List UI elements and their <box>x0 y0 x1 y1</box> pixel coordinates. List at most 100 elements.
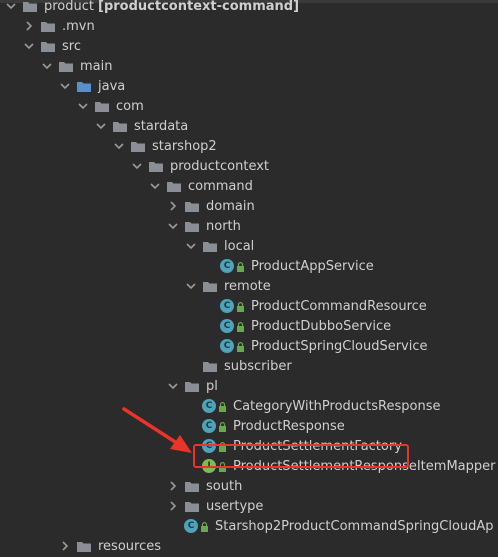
tree-item-label: main <box>80 58 113 74</box>
class-icon: C <box>220 299 234 313</box>
chevron-right-icon[interactable] <box>22 19 36 33</box>
tree-item[interactable]: usertype <box>0 496 498 516</box>
folder-icon <box>40 20 56 33</box>
chevron-down-icon[interactable] <box>130 159 144 173</box>
chevron-down-icon[interactable] <box>40 59 54 73</box>
class-icon: C <box>220 319 234 333</box>
tree-item[interactable]: resources <box>0 536 498 556</box>
chevron-right-icon[interactable] <box>166 479 180 493</box>
chevron-down-icon[interactable] <box>184 279 198 293</box>
lock-icon <box>218 421 227 432</box>
class-icon: C <box>202 399 216 413</box>
tree-item[interactable]: C CategoryWithProductsResponse <box>0 396 498 416</box>
tree-item[interactable]: C ProductDubboService <box>0 316 498 336</box>
folder-icon <box>76 540 92 553</box>
project-tree: product [productcontext-command] .mvn src ma… <box>0 0 498 555</box>
tree-item-label: resources <box>98 538 162 554</box>
tree-item[interactable]: C ProductCommandResource <box>0 296 498 316</box>
tree-item-label: stardata <box>134 118 189 134</box>
package-icon <box>202 240 218 253</box>
tree-item[interactable]: product [productcontext-command] <box>0 0 498 16</box>
tree-item-label: south <box>206 478 243 494</box>
tree-item-label: ProductAppService <box>251 258 374 274</box>
tree-item[interactable]: main <box>0 56 498 76</box>
chevron-down-icon[interactable] <box>4 0 18 13</box>
folder-icon <box>58 60 74 73</box>
package-icon <box>166 180 182 193</box>
tree-item[interactable]: command <box>0 176 498 196</box>
chevron-down-icon[interactable] <box>166 379 180 393</box>
chevron-down-icon[interactable] <box>184 239 198 253</box>
chevron-down-icon[interactable] <box>148 179 162 193</box>
tree-item[interactable]: remote <box>0 276 498 296</box>
tree-item[interactable]: pl <box>0 376 498 396</box>
tree-item-label: Starshop2ProductCommandSpringCloudAp <box>215 518 494 534</box>
package-icon <box>112 120 128 133</box>
tree-item[interactable]: java <box>0 76 498 96</box>
chevron-right-icon[interactable] <box>166 199 180 213</box>
class-icon: C <box>220 339 234 353</box>
package-icon <box>184 220 200 233</box>
tree-item-label: ProductSpringCloudService <box>251 338 428 354</box>
tree-item[interactable]: C ProductSpringCloudService <box>0 336 498 356</box>
lock-icon <box>236 301 245 312</box>
annotation-arrow-icon <box>122 407 192 453</box>
tree-item-label: ProductDubboService <box>251 318 392 334</box>
chevron-right-icon[interactable] <box>166 499 180 513</box>
module-name: [productcontext-command] <box>98 0 300 14</box>
tree-item-label: CategoryWithProductsResponse <box>233 398 441 414</box>
tree-item-label: src <box>62 38 81 54</box>
tree-item[interactable]: stardata <box>0 116 498 136</box>
class-icon: C <box>184 519 198 533</box>
chevron-down-icon[interactable] <box>76 99 90 113</box>
tree-item[interactable]: com <box>0 96 498 116</box>
highlight-box <box>193 444 409 468</box>
chevron-down-icon[interactable] <box>94 119 108 133</box>
tree-item[interactable]: south <box>0 476 498 496</box>
tree-item-label: com <box>116 98 144 114</box>
package-icon <box>184 500 200 513</box>
tree-item[interactable]: src <box>0 36 498 56</box>
package-icon <box>184 480 200 493</box>
tree-item[interactable]: C ProductResponse <box>0 416 498 436</box>
tree-item[interactable]: C Starshop2ProductCommandSpringCloudAp <box>0 516 498 536</box>
tree-item[interactable]: productcontext <box>0 156 498 176</box>
package-icon <box>202 280 218 293</box>
tree-item[interactable]: subscriber <box>0 356 498 376</box>
tree-item[interactable]: north <box>0 216 498 236</box>
chevron-down-icon[interactable] <box>58 79 72 93</box>
tree-item-label: usertype <box>206 498 264 514</box>
chevron-down-icon[interactable] <box>166 219 180 233</box>
lock-icon <box>236 341 245 352</box>
tree-item-label: command <box>188 178 253 194</box>
lock-icon <box>236 261 245 272</box>
package-icon <box>148 160 164 173</box>
tree-item-label: java <box>98 78 126 94</box>
tree-item[interactable]: domain <box>0 196 498 216</box>
tree-item-label: ProductResponse <box>233 418 345 434</box>
tree-item-label: productcontext <box>170 158 269 174</box>
chevron-right-icon[interactable] <box>58 539 72 553</box>
package-icon <box>130 140 146 153</box>
lock-icon <box>218 401 227 412</box>
tree-item[interactable]: starshop2 <box>0 136 498 156</box>
package-icon <box>94 100 110 113</box>
tree-item-label: remote <box>224 278 271 294</box>
tree-item[interactable]: .mvn <box>0 16 498 36</box>
tree-item[interactable]: local <box>0 236 498 256</box>
class-icon: C <box>202 419 216 433</box>
folder-icon <box>40 40 56 53</box>
lock-icon <box>200 521 209 532</box>
tree-item[interactable]: C ProductAppService <box>0 256 498 276</box>
tree-item-label: product <box>44 0 95 14</box>
chevron-down-icon[interactable] <box>22 39 36 53</box>
tree-item-label: north <box>206 218 241 234</box>
tree-item-label: domain <box>206 198 255 214</box>
chevron-down-icon[interactable] <box>112 139 126 153</box>
package-icon <box>184 380 200 393</box>
